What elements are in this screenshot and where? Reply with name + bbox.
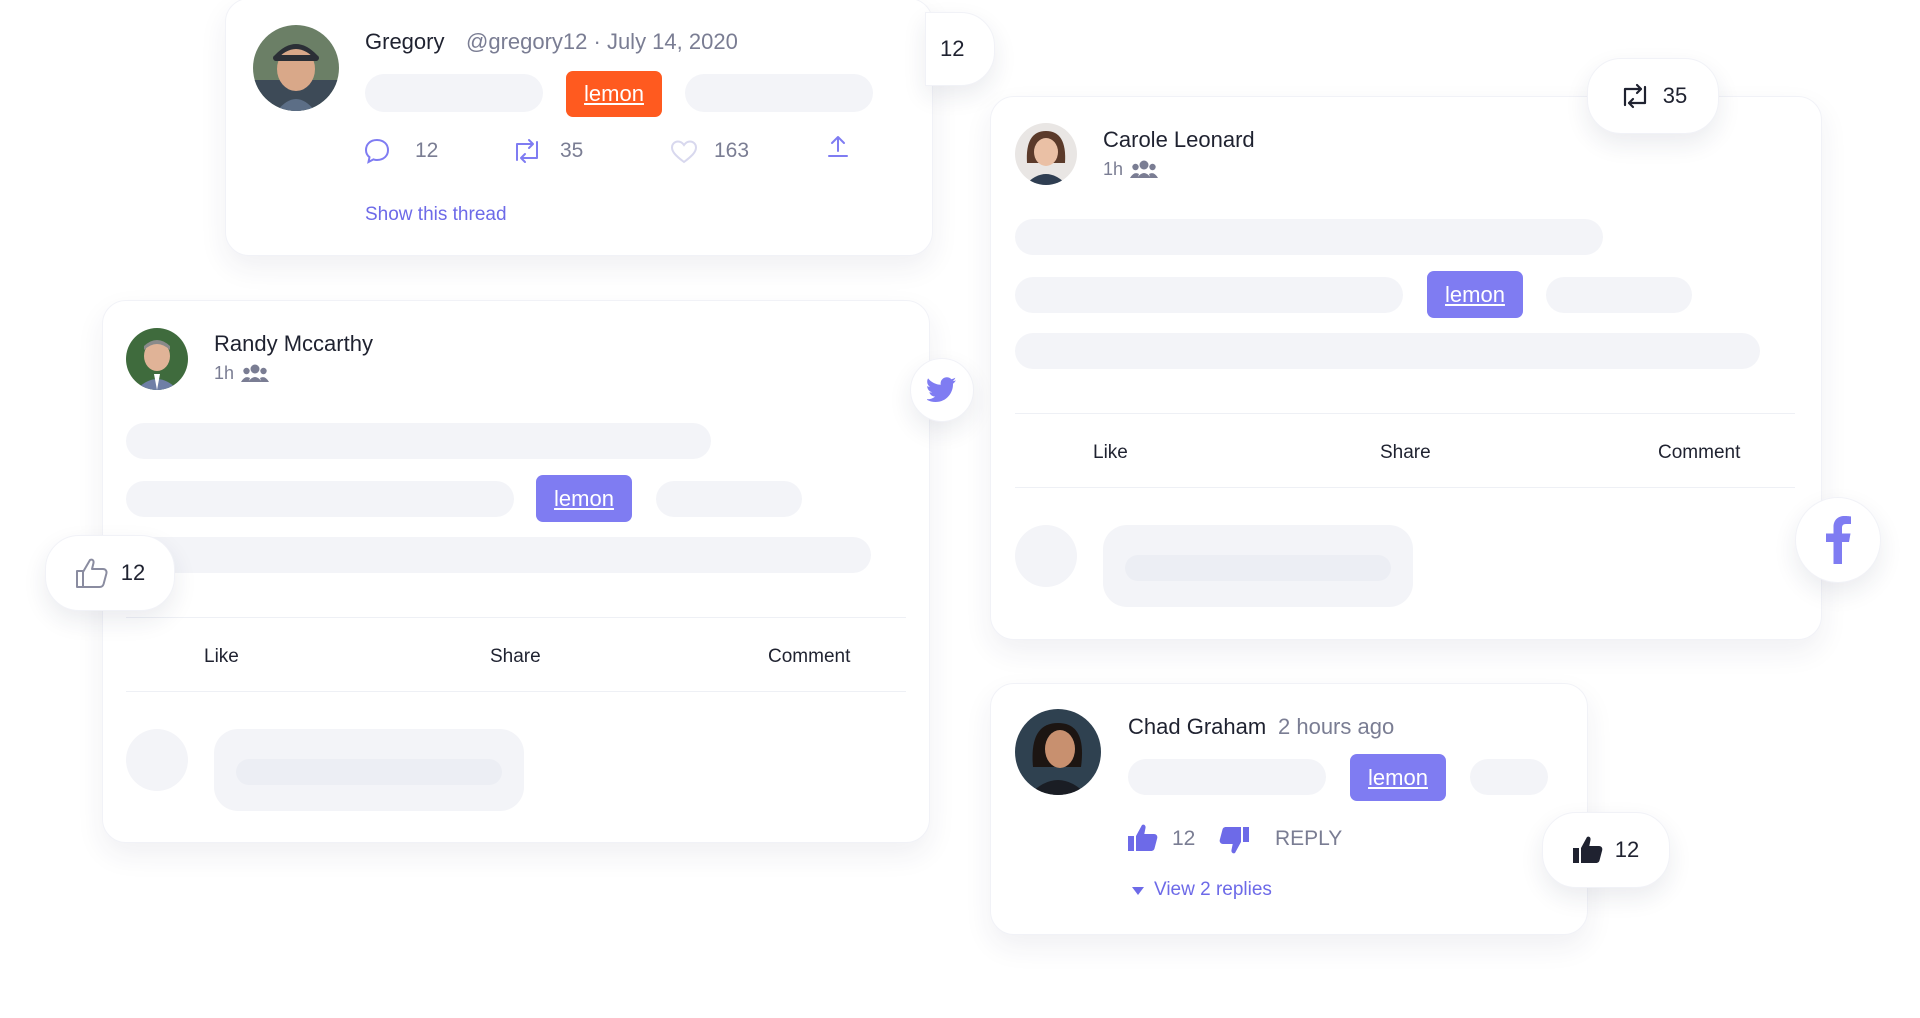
- skeleton-line: [1125, 555, 1391, 581]
- thumbs-up-icon[interactable]: [1128, 824, 1158, 852]
- comment-avatar-placeholder: [1015, 525, 1077, 587]
- badge-count: 12: [940, 36, 965, 61]
- fb-left-time: 1h: [214, 363, 235, 383]
- like-count-badge: 12: [1542, 812, 1670, 888]
- tag-lemon[interactable]: lemon: [536, 475, 632, 522]
- twitter-icon: [927, 377, 957, 403]
- tweet-card: Gregory @gregory12 · July 14, 2020 lemon…: [225, 0, 933, 256]
- fb-post-left: Randy Mccarthy 1h lemon Like Share Comme…: [102, 300, 930, 843]
- twitter-badge[interactable]: [910, 358, 974, 422]
- retweet-count: 35: [560, 139, 584, 162]
- skeleton-line: [236, 759, 502, 785]
- comment-author-name[interactable]: Chad Graham: [1128, 714, 1266, 740]
- comment-button[interactable]: Comment: [1658, 442, 1740, 464]
- thumbs-up-icon: [1572, 836, 1603, 864]
- like-button[interactable]: Like: [1093, 442, 1128, 464]
- comment-card: Chad Graham 2 hours ago lemon 12 REPLY V…: [990, 683, 1588, 935]
- show-thread-link[interactable]: Show this thread: [365, 204, 507, 226]
- view-replies-link[interactable]: View 2 replies: [1154, 879, 1272, 901]
- retweet-count-badge: 35: [1587, 58, 1719, 134]
- badge-count: 12: [1614, 837, 1640, 862]
- reply-icon[interactable]: [363, 137, 391, 165]
- skeleton-line: [126, 481, 514, 517]
- skeleton-line: [126, 537, 871, 573]
- fb-right-author-name[interactable]: Carole Leonard: [1103, 127, 1255, 153]
- skeleton-line: [365, 74, 543, 112]
- share-button[interactable]: Share: [490, 646, 541, 668]
- skeleton-line: [1015, 277, 1403, 313]
- group-icon: [241, 363, 269, 383]
- skeleton-line: [1470, 759, 1548, 795]
- skeleton-line: [656, 481, 802, 517]
- comment-button[interactable]: Comment: [768, 646, 850, 668]
- reply-button[interactable]: REPLY: [1275, 827, 1342, 851]
- thumbs-down-icon[interactable]: [1219, 826, 1249, 854]
- skeleton-line: [1015, 219, 1603, 255]
- divider: [1015, 487, 1795, 488]
- carole-avatar[interactable]: [1015, 123, 1077, 185]
- skeleton-line: [1546, 277, 1692, 313]
- skeleton-line: [1015, 333, 1760, 369]
- tag-lemon[interactable]: lemon: [1350, 754, 1446, 801]
- gregory-avatar[interactable]: [253, 25, 339, 111]
- share-icon[interactable]: [826, 133, 850, 159]
- divider: [126, 617, 906, 618]
- like-button[interactable]: Like: [204, 646, 239, 668]
- badge-count: 12: [120, 560, 146, 585]
- fb-post-right: Carole Leonard 1h lemon Like Share Comme…: [990, 96, 1822, 640]
- reply-count-badge: 12: [925, 12, 995, 86]
- like-count-badge: 12: [45, 535, 175, 611]
- chad-avatar[interactable]: [1015, 709, 1101, 795]
- randy-avatar[interactable]: [126, 328, 188, 390]
- thumbs-up-outline-icon: [75, 557, 109, 589]
- group-icon: [1130, 159, 1158, 179]
- fb-left-author-name[interactable]: Randy Mccarthy: [214, 331, 373, 357]
- comment-time: 2 hours ago: [1278, 714, 1395, 739]
- retweet-icon: [1619, 83, 1651, 109]
- comment-like-count: 12: [1172, 827, 1196, 850]
- tweet-author-name[interactable]: Gregory: [365, 29, 444, 55]
- heart-icon[interactable]: [670, 139, 698, 165]
- skeleton-line: [1128, 759, 1326, 795]
- share-button[interactable]: Share: [1380, 442, 1431, 464]
- facebook-badge[interactable]: [1795, 497, 1881, 583]
- reply-count: 12: [415, 139, 439, 162]
- tag-lemon[interactable]: lemon: [1427, 271, 1523, 318]
- tweet-meta: @gregory12 · July 14, 2020: [466, 29, 738, 54]
- divider: [1015, 413, 1795, 414]
- caret-down-icon: [1131, 886, 1145, 896]
- skeleton-line: [685, 74, 873, 112]
- comment-avatar-placeholder: [126, 729, 188, 791]
- divider: [126, 691, 906, 692]
- retweet-icon[interactable]: [511, 138, 543, 164]
- skeleton-line: [126, 423, 711, 459]
- tag-lemon[interactable]: lemon: [566, 71, 662, 117]
- facebook-icon: [1825, 516, 1851, 564]
- badge-count: 35: [1662, 83, 1688, 108]
- like-count: 163: [714, 139, 750, 162]
- fb-right-time: 1h: [1103, 159, 1124, 179]
